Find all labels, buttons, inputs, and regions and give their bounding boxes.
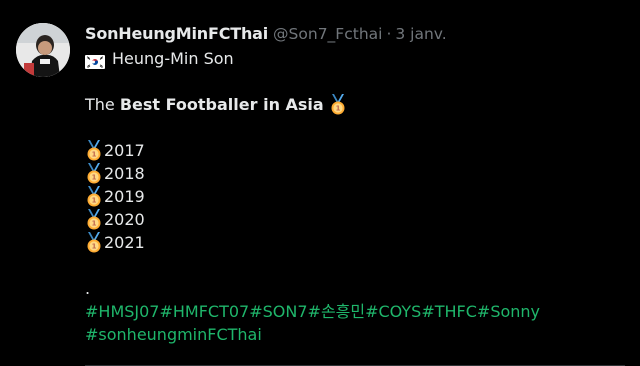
- hashtag-link[interactable]: #sonheungminFCThai: [85, 323, 262, 346]
- tweet-body: Heung-Min Son The Best Footballer in Asi…: [85, 47, 630, 346]
- gold-medal-icon: 1: [85, 186, 103, 207]
- hashtags-line: #HMSJ07#HMFCT07#SON7#손흥민#COYS#THFC#Sonny: [85, 300, 630, 323]
- year-text: 2019: [104, 187, 145, 206]
- dot-line: .: [85, 277, 630, 300]
- svg-text:1: 1: [92, 174, 97, 182]
- title-line: The Best Footballer in Asia 1: [85, 93, 630, 116]
- year-text: 2017: [104, 141, 145, 160]
- gold-medal-icon: 1: [85, 209, 103, 230]
- year-text: 2020: [104, 210, 145, 229]
- tweet-header: SonHeungMinFCThai @Son7_Fcthai · 3 janv.: [85, 22, 630, 46]
- svg-text:1: 1: [92, 197, 97, 205]
- gold-medal-icon: 1: [85, 232, 103, 253]
- gold-medal-icon: 1: [85, 140, 103, 161]
- name-line: Heung-Min Son: [85, 47, 630, 70]
- svg-text:1: 1: [92, 220, 97, 228]
- gold-medal-icon: 1: [329, 94, 347, 115]
- display-name[interactable]: SonHeungMinFCThai: [85, 22, 268, 46]
- name-line-text: Heung-Min Son: [112, 49, 234, 68]
- tweet[interactable]: SonHeungMinFCThai @Son7_Fcthai · 3 janv.: [0, 0, 640, 366]
- hashtags-line: #sonheungminFCThai: [85, 323, 630, 346]
- year-item: 1 2018: [85, 162, 630, 185]
- hashtags-text[interactable]: #HMSJ07#HMFCT07#SON7#손흥민#COYS#THFC#Sonny: [85, 300, 540, 323]
- tweet-timestamp[interactable]: 3 janv.: [395, 22, 446, 46]
- svg-text:1: 1: [92, 151, 97, 159]
- svg-text:1: 1: [335, 105, 340, 113]
- dot-text: .: [85, 279, 91, 298]
- year-item: 1 2019: [85, 185, 630, 208]
- south-korea-flag-icon: [85, 52, 105, 69]
- year-item: 1 2017: [85, 139, 630, 162]
- year-text: 2018: [104, 164, 145, 183]
- tweet-content: SonHeungMinFCThai @Son7_Fcthai · 3 janv.: [85, 22, 630, 346]
- year-item: 1 2020: [85, 208, 630, 231]
- svg-text:1: 1: [92, 243, 97, 251]
- user-handle[interactable]: @Son7_Fcthai: [273, 22, 382, 46]
- year-text: 2021: [104, 233, 145, 252]
- title-bold: Best Footballer in Asia: [119, 95, 324, 114]
- year-item: 1 2021: [85, 231, 630, 254]
- avatar[interactable]: [16, 23, 70, 77]
- title-prefix: The: [85, 95, 120, 114]
- gold-medal-icon: 1: [85, 163, 103, 184]
- years-list: 1 2017 1 2018 1 2019 1 2020 1 2021: [85, 139, 630, 254]
- separator-dot: ·: [386, 25, 392, 43]
